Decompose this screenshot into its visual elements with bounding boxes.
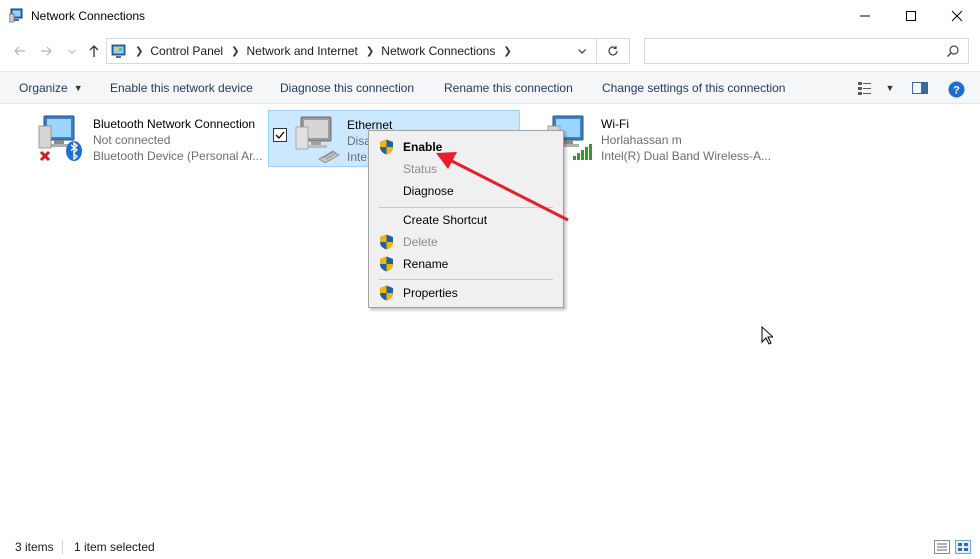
status-separator xyxy=(62,540,63,554)
annotation-arrow-icon xyxy=(436,152,569,222)
large-icons-view-toggle[interactable] xyxy=(955,540,971,554)
details-view-icon xyxy=(934,540,950,554)
selection-count: 1 item selected xyxy=(74,540,155,554)
large-icons-view-icon xyxy=(955,540,971,554)
details-view-toggle[interactable] xyxy=(934,540,950,554)
status-bar: 3 items 1 item selected xyxy=(0,536,980,559)
mouse-cursor-icon xyxy=(761,326,773,345)
item-count: 3 items xyxy=(15,540,54,554)
